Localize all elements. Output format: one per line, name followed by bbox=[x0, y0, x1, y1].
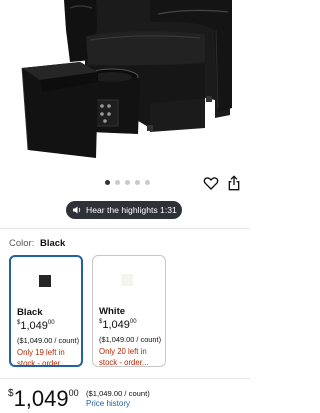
swatch-black[interactable]: Black $1,04900 ($1,049.00 / count) Only … bbox=[9, 255, 83, 368]
swatch-stock-status: Only 20 left in stock - order... bbox=[99, 347, 149, 367]
swatch-thumbnail bbox=[39, 275, 51, 287]
carousel-dot[interactable] bbox=[135, 180, 140, 185]
color-selected-value: Black bbox=[39, 238, 66, 249]
carousel-dot[interactable] bbox=[145, 180, 150, 185]
divider bbox=[0, 228, 250, 229]
carousel-dot[interactable] bbox=[115, 180, 120, 185]
price-history-link[interactable]: Price history bbox=[86, 399, 130, 408]
main-price: $1,04900 bbox=[8, 386, 79, 411]
pedicure-chair-illustration bbox=[21, 0, 232, 158]
heart-icon[interactable] bbox=[203, 175, 219, 191]
hear-highlights-button[interactable]: Hear the highlights 1:31 bbox=[66, 201, 182, 219]
carousel-dot[interactable] bbox=[105, 180, 110, 185]
share-icon[interactable] bbox=[227, 175, 241, 191]
swatch-name: White bbox=[99, 306, 126, 317]
divider bbox=[0, 378, 250, 379]
color-label: Color: bbox=[9, 238, 35, 249]
product-image[interactable] bbox=[0, 0, 250, 170]
swatch-name: Black bbox=[17, 307, 43, 318]
swatch-stock-status: Only 19 left in stock - order... bbox=[17, 348, 67, 368]
audio-play-icon bbox=[73, 206, 81, 214]
swatch-price: $1,04900 bbox=[99, 319, 137, 331]
price-per-count: ($1,049.00 / count) bbox=[86, 389, 150, 398]
swatch-price: $1,04900 bbox=[17, 320, 55, 332]
carousel-dot[interactable] bbox=[125, 180, 130, 185]
swatch-thumbnail bbox=[121, 274, 133, 286]
highlights-label: Hear the highlights 1:31 bbox=[86, 205, 177, 215]
color-selector-label: Color: Black bbox=[9, 238, 65, 249]
carousel-dots bbox=[105, 180, 150, 185]
swatch-unit-price: ($1,049.00 / count) bbox=[99, 335, 162, 344]
swatch-unit-price: ($1,049.00 / count) bbox=[17, 336, 80, 345]
swatch-white[interactable]: White $1,04900 ($1,049.00 / count) Only … bbox=[92, 255, 166, 367]
